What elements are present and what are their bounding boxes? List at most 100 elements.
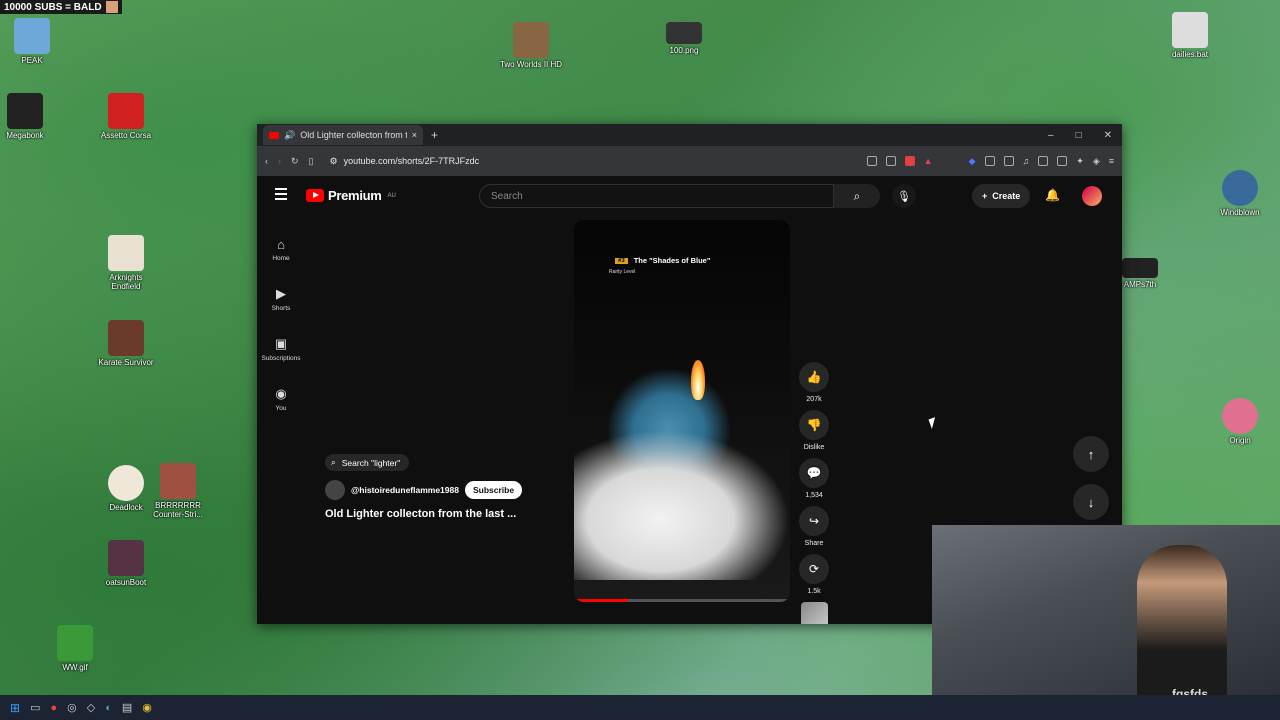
remix-action[interactable]: ⟳ 1.5k [798,554,830,595]
forward-icon[interactable]: › [278,156,281,166]
search-icon: ⌕ [853,188,861,203]
search-button[interactable]: ⌕ [834,184,880,208]
site-info-icon[interactable]: ⚙ [330,156,338,167]
shorts-action-bar: 👍 207k 👎 Dislike 💬 1,534 ↪ Share ⟳ 1.5k [798,362,830,624]
subscriptions-icon: ▣ [274,336,288,351]
desktop-icon-ww-gif[interactable]: WW.gif [43,625,107,672]
guide-item-you[interactable]: ◉ You [257,374,305,424]
steam-icon[interactable]: ◎ [67,701,77,714]
windows-start-icon[interactable]: ⊞ [10,701,20,715]
like-action[interactable]: 👍 207k [798,362,830,403]
youtube-premium-logo[interactable]: Premium AU [306,188,396,203]
video-title[interactable]: Old Lighter collecton from the last ... [325,508,555,520]
browser-tab-active[interactable]: 🔊 Old Lighter collecton from the × [263,125,423,145]
counter-strike-icon [160,463,196,499]
desktop-icon-megabonk[interactable]: Megabonk [0,93,57,140]
browser-taskbar-icon[interactable]: ● [50,702,57,714]
subscribe-button[interactable]: Subscribe [464,481,523,499]
desktop-icon-counter-strike[interactable]: BRRRRRRR Counter-Stri... [146,463,210,519]
desktop-icon-assetto-corsa[interactable]: Assetto Corsa [94,93,158,140]
thumbs-up-icon[interactable]: 👍 [799,362,829,392]
desktop-icon-two-worlds[interactable]: Two Worlds II HD [499,22,563,69]
share-page-icon[interactable] [885,156,896,166]
reload-icon[interactable]: ↻ [291,156,299,167]
notepad-icon[interactable]: ▤ [122,701,132,714]
edge-icon[interactable]: ◐ [105,702,112,714]
music-icon[interactable]: ♫ [1023,156,1030,166]
vpn-icon[interactable]: ◈ [1093,156,1100,167]
short-info: ⌕ Search "lighter" @histoireduneflamme19… [325,452,555,520]
next-short-button[interactable]: ↓ [1073,484,1109,520]
minimize-button[interactable]: – [1048,130,1054,141]
assetto-corsa-icon [108,93,144,129]
amps-icon [1122,258,1158,278]
desktop-icon-windblown[interactable]: Windblown [1208,170,1272,217]
url-text: youtube.com/shorts/2F-7TRJFzdc [343,156,480,166]
close-window-button[interactable]: ✕ [1104,130,1112,141]
thumbs-down-icon[interactable]: 👎 [799,410,829,440]
extension-icon[interactable]: ◆ [969,156,976,167]
sidebar-icon[interactable] [1038,156,1049,166]
rewards-icon[interactable]: ▲ [924,156,933,166]
screenshot-icon[interactable] [1003,156,1014,166]
desktop-icon-origin[interactable]: Origin [1208,398,1272,445]
deadlock-icon [108,465,144,501]
desktop-icon-oatsunboot[interactable]: oatsunBoot [94,540,158,587]
voice-search-button[interactable]: 🎙 [892,184,916,208]
notifications-bell-icon[interactable]: 🔔 [1045,188,1060,202]
cast-icon[interactable] [866,156,877,166]
chrome-icon[interactable]: ◉ [142,701,152,714]
maximize-button[interactable]: □ [1076,130,1082,141]
desktop-icon-peak[interactable]: PEAK [0,18,64,65]
guide-sidebar: ⌂ Home ▶ Shorts ▣ Subscriptions ◉ You [257,224,305,424]
plus-icon: + [982,191,988,201]
shorts-video-player[interactable]: #3 The "Shades of Blue" Rarity Level [574,220,790,602]
hamburger-menu-icon[interactable] [275,188,287,203]
brave-shield-icon[interactable] [904,156,915,166]
previous-short-button[interactable]: ↑ [1073,436,1109,472]
webcam-overlay: fgsfds [932,525,1280,695]
browser-titlebar: 🔊 Old Lighter collecton from the × + – □… [257,124,1122,146]
guide-item-subscriptions[interactable]: ▣ Subscriptions [257,324,305,374]
search-suggestion-chip[interactable]: ⌕ Search "lighter" [325,454,410,471]
ai-icon[interactable]: ✦ [1076,156,1084,167]
extension-toolbar: ▲ ◆ ♫ ✦ ◈ ≡ [866,156,1114,167]
stream-title-text: 10000 SUBS = BALD [4,1,102,13]
gloved-hand-image [574,430,790,580]
desktop-icon-100-png[interactable]: 100.png [652,22,716,55]
audio-thumbnail[interactable] [800,602,828,624]
search-chip-label: Search "lighter" [341,457,401,468]
create-button[interactable]: + Create [972,184,1031,208]
headline-text: The "Shades of Blue" [633,256,711,265]
share-action[interactable]: ↪ Share [798,506,830,547]
audio-source-action[interactable] [798,602,830,624]
dislike-action[interactable]: 👎 Dislike [798,410,830,451]
wallet-icon[interactable] [1057,156,1068,166]
account-avatar[interactable] [1082,186,1102,206]
desktop-icon-dailies-bat[interactable]: dailies.bat [1158,12,1222,59]
oatsunboot-icon [108,540,144,576]
desktop-icon-arknights[interactable]: Arknights Endfield [94,235,158,291]
tab-close-icon[interactable]: × [412,130,417,140]
stream-title-overlay: 10000 SUBS = BALD [0,0,122,14]
desktop-icon-karate-survivor[interactable]: Karate Survivor [94,320,158,367]
channel-handle[interactable]: @histoireduneflamme1988 [351,485,459,495]
logo-text: Premium [328,188,382,203]
address-bar[interactable]: ⚙ youtube.com/shorts/2F-7TRJFzdc [330,156,857,167]
menu-icon[interactable]: ≡ [1109,156,1114,166]
remix-icon[interactable]: ⟳ [799,554,829,584]
back-icon[interactable]: ‹ [265,156,268,166]
guide-item-home[interactable]: ⌂ Home [257,224,305,274]
comments-action[interactable]: 💬 1,534 [798,458,830,499]
new-tab-button[interactable]: + [431,128,438,142]
share-icon[interactable]: ↪ [799,506,829,536]
comment-icon[interactable]: 💬 [799,458,829,488]
puzzle-icon[interactable] [984,156,995,166]
bookmark-icon[interactable]: ▯ [309,156,314,167]
channel-avatar[interactable] [325,480,345,500]
video-progress-bar[interactable] [574,599,790,602]
search-input[interactable]: Search [479,184,834,208]
guide-item-shorts[interactable]: ▶ Shorts [257,274,305,324]
app-icon[interactable]: ◇ [87,701,95,714]
file-explorer-icon[interactable]: ▭ [30,701,40,714]
